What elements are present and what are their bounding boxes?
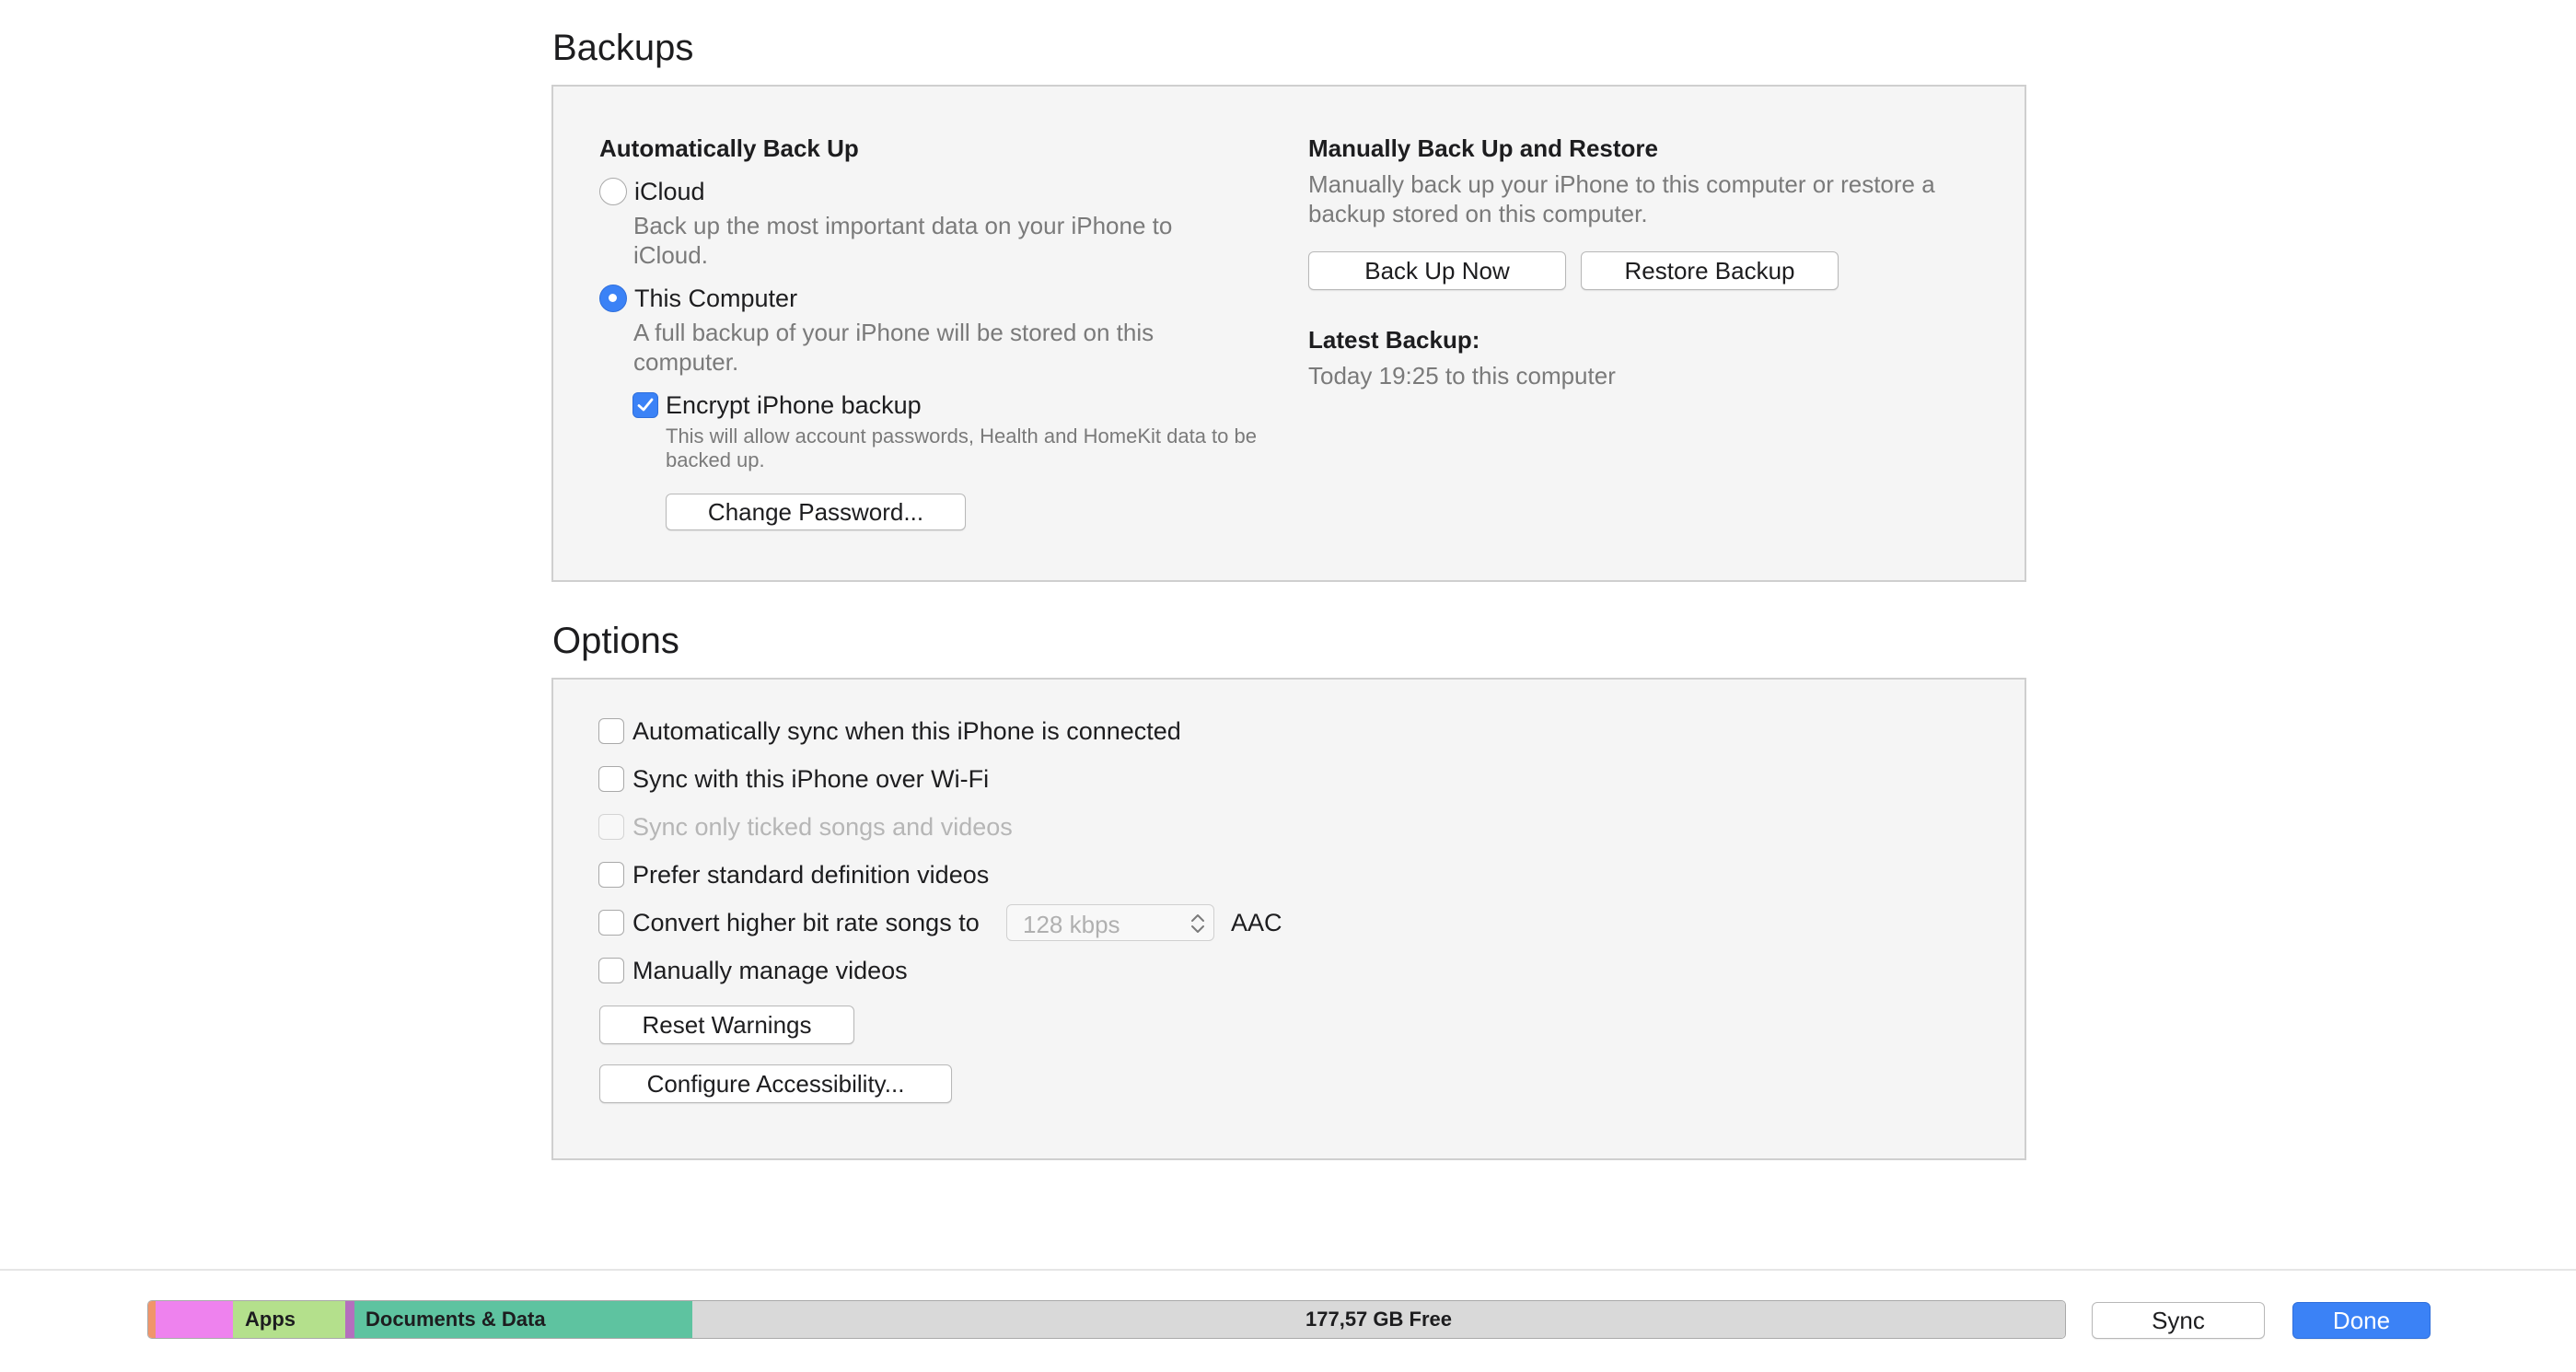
footer-divider xyxy=(0,1269,2576,1271)
manage-videos-label[interactable]: Manually manage videos xyxy=(632,957,908,985)
storage-segment-free: 177,57 GB Free xyxy=(692,1301,2065,1338)
restore-backup-button[interactable]: Restore Backup xyxy=(1581,251,1839,290)
sync-button[interactable]: Sync xyxy=(2092,1302,2265,1339)
auto-sync-checkbox[interactable] xyxy=(598,718,624,744)
storage-segment-other xyxy=(148,1301,156,1338)
ticked-songs-checkbox xyxy=(598,814,624,840)
backups-title: Backups xyxy=(552,28,694,68)
storage-segment-media xyxy=(156,1301,233,1338)
manage-videos-checkbox[interactable] xyxy=(598,958,624,983)
ticked-songs-label: Sync only ticked songs and videos xyxy=(632,813,1013,841)
storage-docs-label: Documents & Data xyxy=(366,1308,546,1331)
bitrate-format-label: AAC xyxy=(1231,909,1282,936)
convert-bitrate-label[interactable]: Convert higher bit rate songs to xyxy=(632,909,980,937)
latest-backup-header: Latest Backup: xyxy=(1308,326,1480,354)
auto-backup-header: Automatically Back Up xyxy=(599,134,859,162)
icloud-description: Back up the most important data on your … xyxy=(633,212,1173,269)
storage-apps-label: Apps xyxy=(245,1308,296,1331)
storage-segment-documents: Documents & Data xyxy=(354,1301,692,1338)
auto-sync-label[interactable]: Automatically sync when this iPhone is c… xyxy=(632,717,1181,746)
done-button[interactable]: Done xyxy=(2292,1302,2431,1339)
change-password-button[interactable]: Change Password... xyxy=(666,494,966,530)
storage-free-label: 177,57 GB Free xyxy=(1305,1308,1452,1331)
manual-backup-description: Manually back up your iPhone to this com… xyxy=(1308,170,1935,227)
this-computer-description: A full backup of your iPhone will be sto… xyxy=(633,319,1155,376)
icloud-radio[interactable] xyxy=(599,178,627,205)
back-up-now-button[interactable]: Back Up Now xyxy=(1308,251,1566,290)
configure-accessibility-button[interactable]: Configure Accessibility... xyxy=(599,1064,952,1103)
standard-definition-checkbox[interactable] xyxy=(598,862,624,888)
options-title: Options xyxy=(552,621,679,661)
checkmark-icon xyxy=(637,398,654,412)
wifi-sync-checkbox[interactable] xyxy=(598,766,624,792)
wifi-sync-label[interactable]: Sync with this iPhone over Wi-Fi xyxy=(632,765,989,794)
encrypt-backup-description: This will allow account passwords, Healt… xyxy=(666,424,1257,471)
manual-backup-header: Manually Back Up and Restore xyxy=(1308,134,1658,162)
chevron-up-down-icon xyxy=(1191,914,1204,933)
convert-bitrate-checkbox[interactable] xyxy=(598,910,624,936)
icloud-label[interactable]: iCloud xyxy=(634,178,705,206)
latest-backup-value: Today 19:25 to this computer xyxy=(1308,362,1616,390)
storage-segment-apps: Apps xyxy=(233,1301,345,1338)
bitrate-select[interactable]: 128 kbps xyxy=(1006,904,1214,941)
storage-bar: Apps Documents & Data 177,57 GB Free xyxy=(147,1300,2066,1339)
reset-warnings-button[interactable]: Reset Warnings xyxy=(599,1006,854,1044)
storage-segment-purple xyxy=(345,1301,354,1338)
this-computer-radio[interactable] xyxy=(599,285,627,312)
encrypt-backup-checkbox[interactable] xyxy=(632,392,658,418)
encrypt-backup-label[interactable]: Encrypt iPhone backup xyxy=(666,391,922,420)
standard-definition-label[interactable]: Prefer standard definition videos xyxy=(632,861,989,889)
this-computer-label[interactable]: This Computer xyxy=(634,285,797,313)
bitrate-select-value: 128 kbps xyxy=(1023,911,1120,938)
